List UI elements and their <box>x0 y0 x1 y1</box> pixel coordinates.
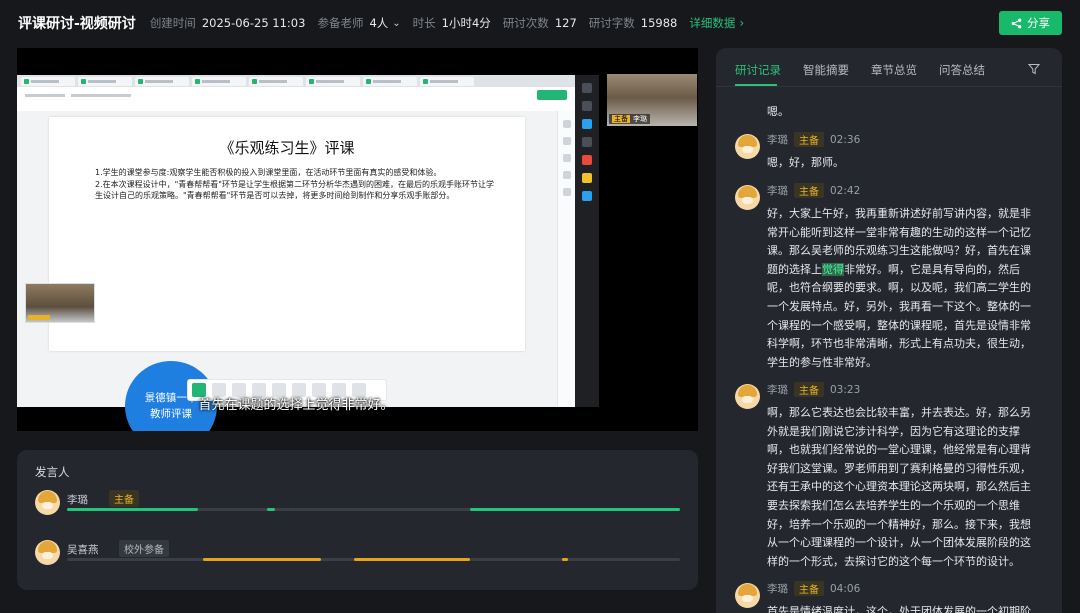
transcript-message: 李璐 主备 02:42 好，大家上午好，我再重新讲述好前写讲内容，就是非常开心能… <box>735 183 1050 373</box>
transcript-message: 李璐 主备 04:06 首先是情绪温度计，这个，处于团体发展的一个初期阶 <box>735 581 1050 613</box>
speaking-segment[interactable] <box>266 508 275 511</box>
speaking-segment[interactable] <box>67 508 199 511</box>
speaking-segment[interactable] <box>562 558 569 561</box>
tab-discussion-record[interactable]: 研讨记录 <box>735 62 781 82</box>
slide-sidebar <box>557 111 575 407</box>
chevron-right-icon: › <box>739 16 745 30</box>
role-badge: 主备 <box>109 490 139 507</box>
share-button[interactable]: 分享 <box>999 11 1062 35</box>
role-badge: 主备 <box>794 382 824 397</box>
tab-chapter-overview[interactable]: 章节总览 <box>871 62 917 82</box>
duration: 时长 1小时4分 <box>412 16 491 30</box>
discuss-count: 研讨次数 127 <box>502 16 577 30</box>
camera-label: 主备 李璐 <box>609 114 650 124</box>
slide-canvas: 《乐观练习生》评课 1.学生的课堂参与度:观察学生能否积极的投入到课堂里面，在活… <box>17 111 557 431</box>
speaker-timeline[interactable] <box>67 558 680 561</box>
avatar <box>735 134 760 159</box>
video-player[interactable]: 《乐观练习生》评课 1.学生的课堂参与度:观察学生能否积极的投入到课堂里面，在活… <box>17 48 698 431</box>
tab-qa-summary[interactable]: 问答总结 <box>939 62 985 82</box>
speakers-heading: 发言人 <box>35 465 70 479</box>
browser-tab-bar <box>17 75 575 87</box>
avatar <box>735 185 760 210</box>
transcript-message: 李璐 主备 02:36 嗯，好，那师。 <box>735 132 1050 172</box>
transcript-message: 李璐 主备 03:23 啊，那么它表达也会比较丰富，并去表达。好，那么另外就是我… <box>735 382 1050 572</box>
slide-body: 1.学生的课堂参与度:观察学生能否积极的投入到课堂里面，在活动环节里面有真实的感… <box>95 168 494 200</box>
role-badge: 主备 <box>794 581 824 596</box>
desktop-taskbar <box>575 75 599 407</box>
detail-data-link[interactable]: 详细数据 › <box>689 15 744 31</box>
created-time: 创建时间 2025-06-25 11:03 <box>149 16 306 30</box>
speaker-name: 李璐 <box>67 494 88 506</box>
role-badge: 主备 <box>794 132 824 147</box>
transcript-first-line: 嗯。 <box>767 105 789 118</box>
role-badge: 校外参备 <box>119 540 169 557</box>
discuss-words: 研讨字数 15988 <box>588 16 678 30</box>
speaker-row[interactable]: 吴喜燕 校外参备 <box>35 540 680 580</box>
speakers-panel: 发言人 李璐 主备 吴喜燕 校外参备 <box>17 450 698 590</box>
divider <box>716 86 1062 87</box>
speaker-name: 吴喜燕 <box>67 544 99 556</box>
timestamp[interactable]: 02:42 <box>830 185 860 197</box>
speaker-name: 李璐 <box>767 384 788 396</box>
avatar <box>735 384 760 409</box>
avatar <box>35 540 60 565</box>
page-title: 评课研讨-视频研讨 <box>18 16 136 32</box>
camera-thumbnail-left <box>25 283 95 323</box>
chevron-down-icon: ⌄ <box>392 17 401 29</box>
speaker-name: 李璐 <box>767 583 788 595</box>
timestamp[interactable]: 04:06 <box>830 583 860 595</box>
teachers-dropdown[interactable]: 参备老师 4人 ⌄ <box>317 15 400 31</box>
message-text: 好，大家上午好，我再重新讲述好前写讲内容，就是非常开心能听到这样一堂非常有趣的生… <box>767 207 1031 369</box>
message-text: 首先是情绪温度计，这个，处于团体发展的一个初期阶 <box>767 605 1031 613</box>
video-subtitle: 首先在课题的选择上觉得非常好。 <box>198 398 394 413</box>
camera-thumbnail-right: 主备 李璐 <box>607 74 697 126</box>
slide: 《乐观练习生》评课 1.学生的课堂参与度:观察学生能否积极的投入到课堂里面，在活… <box>49 117 525 351</box>
speaking-segment[interactable] <box>470 508 680 511</box>
current-word-highlight: 觉得 <box>822 262 844 276</box>
role-badge: 主备 <box>794 183 824 198</box>
slide-title: 《乐观练习生》评课 <box>219 139 355 157</box>
top-bar: 评课研讨-视频研讨 创建时间 2025-06-25 11:03 参备老师 4人 ⌄ … <box>0 0 1080 46</box>
timestamp[interactable]: 02:36 <box>830 134 860 146</box>
timestamp[interactable]: 03:23 <box>830 384 860 396</box>
document-header <box>17 87 575 103</box>
speaking-segment[interactable] <box>203 558 321 561</box>
speaker-name: 李璐 <box>767 185 788 197</box>
speaker-timeline[interactable] <box>67 508 680 511</box>
shared-screen: 《乐观练习生》评课 1.学生的课堂参与度:观察学生能否积极的投入到课堂里面，在活… <box>17 75 575 431</box>
share-icon <box>1011 18 1022 28</box>
avatar <box>35 490 60 515</box>
filter-icon[interactable] <box>1028 63 1040 75</box>
transcript-panel: 研讨记录 智能摘要 章节总览 问答总结 嗯。 李璐 主备 02:36 嗯，好，那… <box>716 48 1062 613</box>
speaker-name: 李璐 <box>767 134 788 146</box>
speaker-row[interactable]: 李璐 主备 <box>35 490 680 530</box>
speaking-segment[interactable] <box>353 558 470 561</box>
message-text: 啊，那么它表达也会比较丰富，并去表达。好，那么另外就是我们刚说它涉计科学，因为它… <box>767 406 1031 568</box>
message-text: 嗯，好，那师。 <box>767 156 844 169</box>
avatar <box>735 583 760 608</box>
transcript-tabs: 研讨记录 智能摘要 章节总览 问答总结 <box>735 62 1045 82</box>
tab-smart-summary[interactable]: 智能摘要 <box>803 62 849 82</box>
